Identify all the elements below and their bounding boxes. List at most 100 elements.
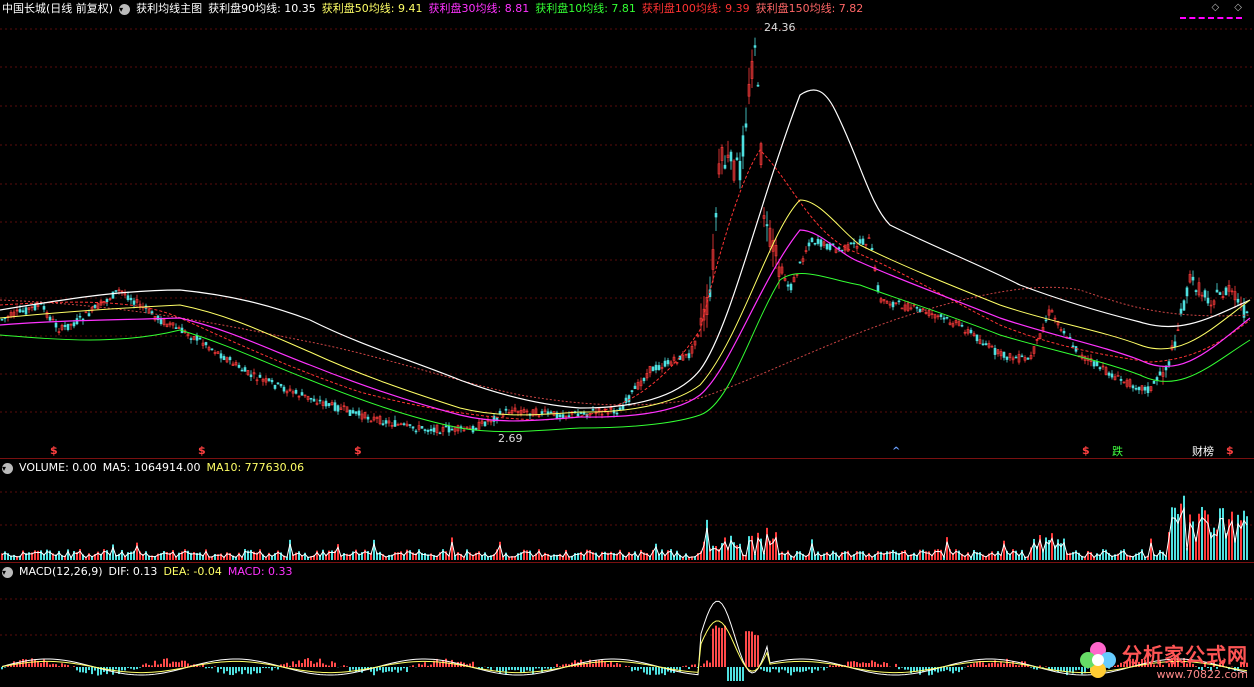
main-chart-canvas[interactable]	[0, 0, 1254, 458]
indicator-name[interactable]: 获利均线主图	[136, 0, 202, 18]
candle-body	[786, 284, 790, 287]
macd-bar	[169, 663, 171, 667]
signal-marker[interactable]: 跌	[1112, 443, 1123, 459]
macd-bar	[388, 667, 390, 672]
macd-bar	[877, 663, 879, 667]
volume-bars	[1, 495, 1248, 560]
macd-bar	[817, 667, 819, 671]
macd-bar	[823, 667, 825, 671]
watermark-url: www.70822.com	[1156, 668, 1248, 681]
macd-bar	[676, 667, 678, 670]
candle-body	[495, 417, 499, 421]
macd-bar	[742, 667, 744, 681]
macd-bar	[658, 667, 660, 675]
macd-bar	[391, 667, 393, 672]
candle-body	[282, 386, 286, 392]
signal-marker[interactable]: $	[198, 444, 206, 457]
candle-body	[423, 429, 427, 431]
candle-body	[393, 420, 397, 427]
candle-body	[918, 309, 922, 313]
macd-bar	[424, 662, 426, 667]
indicator-dropdown-icon[interactable]: ▾	[119, 3, 131, 15]
candle-body	[1005, 356, 1009, 360]
signal-marker[interactable]: $	[354, 444, 362, 457]
macd-bar	[727, 667, 729, 681]
candle-body	[258, 374, 262, 378]
candle-body	[969, 329, 973, 334]
macd-bar	[865, 662, 867, 667]
volume-title[interactable]: VOLUME: 0.00	[19, 459, 97, 477]
signal-marker[interactable]: ^	[892, 446, 900, 457]
candle-body	[357, 410, 361, 416]
candle-body	[240, 369, 244, 372]
macd-bar	[178, 662, 180, 667]
diamond-tools-icon[interactable]: ◇ ◇	[1211, 2, 1248, 13]
macd-bar	[715, 625, 717, 667]
macd-bar	[706, 660, 708, 667]
macd-bar	[958, 667, 960, 673]
candle-body	[450, 428, 454, 431]
candle-body	[1185, 287, 1189, 297]
candle-body	[1131, 385, 1135, 389]
signal-marker[interactable]: $	[1226, 444, 1234, 457]
macd-bar	[793, 667, 795, 673]
macd-bar	[607, 663, 609, 667]
candle-body	[1143, 386, 1147, 391]
signal-marker[interactable]: $	[50, 444, 58, 457]
macd-bar	[766, 667, 768, 672]
macd-bar	[73, 666, 75, 667]
candle-body	[729, 151, 733, 162]
volume-bar	[1123, 549, 1125, 560]
volume-bar	[1063, 538, 1065, 560]
volume-bar	[1222, 508, 1224, 560]
macd-bar	[1030, 667, 1032, 668]
macd-dropdown-icon[interactable]: ▾	[2, 566, 13, 578]
macd-bar	[802, 667, 804, 672]
stock-name[interactable]: 中国长城(日线 前复权)	[2, 0, 113, 18]
macd-bar	[691, 664, 693, 667]
macd-bar	[553, 667, 555, 668]
volume-panel[interactable]: ▾ VOLUME: 0.00 MA5: 1064914.00 MA10: 777…	[0, 459, 1254, 562]
volume-bar	[739, 543, 741, 560]
macd-bar	[262, 667, 264, 669]
candle-body	[1173, 341, 1177, 348]
signal-marker[interactable]: 财榜	[1192, 443, 1214, 459]
candle-body	[309, 397, 313, 400]
macd-bar	[751, 631, 753, 667]
signal-marker[interactable]: $	[1082, 444, 1090, 457]
volume-dropdown-icon[interactable]: ▾	[2, 462, 13, 474]
macd-canvas[interactable]	[0, 563, 1254, 687]
ma50-line	[0, 199, 1251, 416]
macd-bar	[760, 667, 762, 670]
macd-bar	[208, 667, 210, 668]
candle-body	[66, 323, 70, 330]
macd-bar	[997, 663, 999, 667]
macd-bar	[511, 667, 513, 670]
candle-body	[1092, 361, 1096, 367]
ma10-line	[0, 273, 1251, 433]
candle-body	[381, 423, 385, 426]
main-chart-panel[interactable]: 中国长城(日线 前复权) ▾ 获利均线主图 获利盘90均线: 10.35 获利盘…	[0, 0, 1254, 458]
macd-bar	[643, 667, 645, 673]
macd-bar	[49, 664, 51, 667]
volume-bar	[1231, 511, 1233, 560]
macd-bar	[145, 663, 147, 667]
macd-bar	[922, 667, 924, 672]
candle-body	[1194, 290, 1198, 292]
macd-bar	[868, 663, 870, 667]
macd-bar	[223, 667, 225, 674]
macd-panel[interactable]: ▾ MACD(12,26,9) DIF: 0.13 DEA: -0.04 MAC…	[0, 563, 1254, 687]
macd-bar	[847, 661, 849, 667]
macd-bar	[907, 667, 909, 670]
candle-body	[63, 324, 67, 327]
candle-body	[738, 160, 742, 181]
candle-body	[1179, 308, 1183, 314]
macd-bar	[616, 662, 618, 667]
macd-bar	[172, 661, 174, 667]
macd-bar	[421, 664, 423, 667]
macd-title[interactable]: MACD(12,26,9)	[19, 563, 103, 581]
volume-grid	[0, 491, 1254, 526]
volume-bar	[955, 549, 957, 560]
macd-bar	[292, 661, 294, 667]
candle-body	[789, 283, 793, 291]
